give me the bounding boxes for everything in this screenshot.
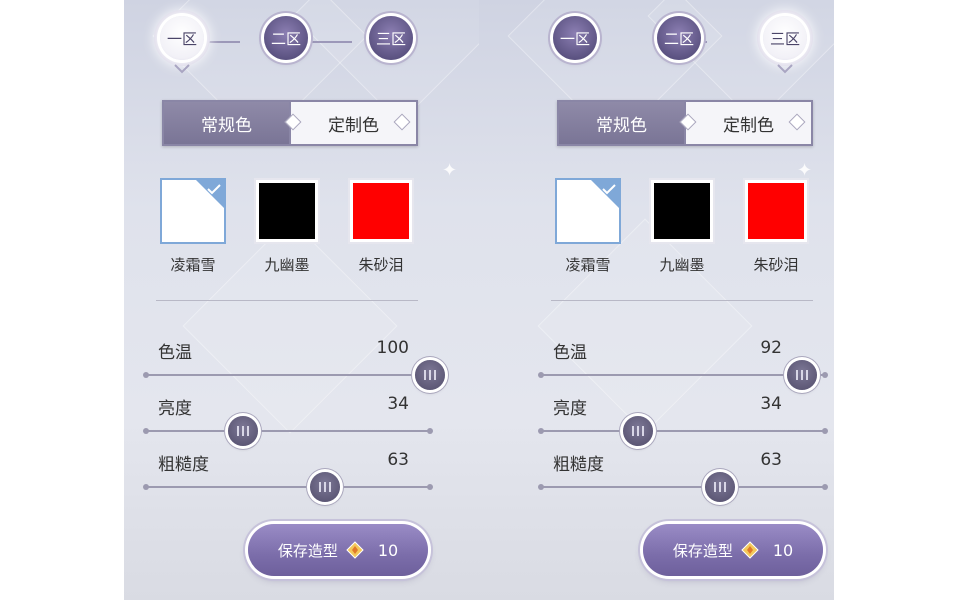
temperature-label: 色温 xyxy=(553,343,587,363)
tab-custom-label: 定制色 xyxy=(328,115,379,136)
temperature-slider-thumb[interactable] xyxy=(787,360,818,390)
zone-tab-2[interactable]: 二区 xyxy=(657,16,701,60)
color-type-tabs: 常规色 定制色 xyxy=(162,100,418,146)
brightness-slider-track[interactable] xyxy=(538,428,828,434)
brightness-slider-thumb[interactable] xyxy=(227,416,258,446)
swatch-fill xyxy=(748,183,804,239)
zone-connector xyxy=(308,41,352,43)
tab-custom-color[interactable]: 定制色 xyxy=(284,102,416,144)
temperature-slider-thumb[interactable] xyxy=(415,360,445,390)
check-icon xyxy=(591,180,619,208)
swatch-fill xyxy=(654,183,710,239)
swatch-ink-black[interactable] xyxy=(649,178,715,244)
check-icon xyxy=(196,180,224,208)
temperature-value: 100 xyxy=(376,338,409,358)
brightness-label: 亮度 xyxy=(553,399,587,419)
save-outfit-button[interactable]: 保存造型 10 xyxy=(248,524,428,576)
zone-tab-3[interactable]: 三区 xyxy=(763,16,807,60)
right-panel: ✦ 一区 二区 三区 常规色 定制色 凌霜雪 九幽墨 朱砂泪 色温 92 亮度 … xyxy=(479,0,834,600)
swatch-frost-white[interactable] xyxy=(160,178,226,244)
roughness-value: 63 xyxy=(387,450,409,470)
roughness-slider-track[interactable] xyxy=(538,484,828,490)
background-decoration xyxy=(182,218,398,434)
swatch-label: 朱砂泪 xyxy=(358,256,404,274)
swatch-ink-black[interactable] xyxy=(254,178,320,244)
tab-regular-color[interactable]: 常规色 xyxy=(559,102,684,144)
save-cost: 10 xyxy=(772,540,794,560)
save-outfit-button[interactable]: 保存造型 10 xyxy=(643,524,823,576)
zone-tab-3[interactable]: 三区 xyxy=(369,16,413,60)
chevron-down-icon xyxy=(777,64,793,74)
roughness-slider-track[interactable] xyxy=(143,484,433,490)
swatch-label: 九幽墨 xyxy=(659,256,705,274)
swatch-label: 凌霜雪 xyxy=(170,256,216,274)
swatch-label: 凌霜雪 xyxy=(565,256,611,274)
roughness-slider-thumb[interactable] xyxy=(309,472,340,502)
brightness-slider-track[interactable] xyxy=(143,428,433,434)
temperature-slider-track[interactable] xyxy=(538,372,828,378)
tab-notch-decoration xyxy=(788,113,806,131)
temperature-label: 色温 xyxy=(158,343,192,363)
save-cost: 10 xyxy=(377,540,399,560)
color-type-tabs: 常规色 定制色 xyxy=(557,100,813,146)
swatch-fill xyxy=(259,183,315,239)
tab-custom-label: 定制色 xyxy=(723,115,774,136)
sparkle-icon: ✦ xyxy=(442,160,458,181)
zone-tab-1[interactable]: 一区 xyxy=(553,16,597,60)
roughness-label: 粗糙度 xyxy=(553,455,604,475)
swatch-cinnabar-red[interactable] xyxy=(743,178,809,244)
tab-notch-decoration xyxy=(393,113,411,131)
zone-tab-2[interactable]: 二区 xyxy=(264,16,308,60)
temperature-value: 92 xyxy=(760,338,782,358)
gem-icon xyxy=(741,541,759,559)
roughness-slider-thumb[interactable] xyxy=(704,472,735,502)
save-label: 保存造型 xyxy=(277,541,338,560)
brightness-slider-thumb[interactable] xyxy=(622,416,653,446)
roughness-value: 63 xyxy=(760,450,782,470)
gem-icon xyxy=(346,541,364,559)
save-label: 保存造型 xyxy=(672,541,733,560)
roughness-label: 粗糙度 xyxy=(158,455,209,475)
brightness-value: 34 xyxy=(387,394,409,414)
divider xyxy=(551,300,813,301)
divider xyxy=(156,300,418,301)
zone-tab-1[interactable]: 一区 xyxy=(160,16,204,60)
swatch-label: 九幽墨 xyxy=(264,256,310,274)
swatch-cinnabar-red[interactable] xyxy=(348,178,414,244)
chevron-down-icon xyxy=(174,64,190,74)
left-panel: ✦ 一区 二区 三区 常规色 定制色 凌霜雪 九幽墨 朱砂泪 色温 100 亮度… xyxy=(124,0,479,600)
zone-connector xyxy=(206,41,240,43)
swatch-fill xyxy=(353,183,409,239)
swatch-frost-white[interactable] xyxy=(555,178,621,244)
temperature-slider-track[interactable] xyxy=(143,372,433,378)
swatch-label: 朱砂泪 xyxy=(753,256,799,274)
tab-custom-color[interactable]: 定制色 xyxy=(679,102,811,144)
tab-regular-color[interactable]: 常规色 xyxy=(164,102,289,144)
brightness-value: 34 xyxy=(760,394,782,414)
brightness-label: 亮度 xyxy=(158,399,192,419)
